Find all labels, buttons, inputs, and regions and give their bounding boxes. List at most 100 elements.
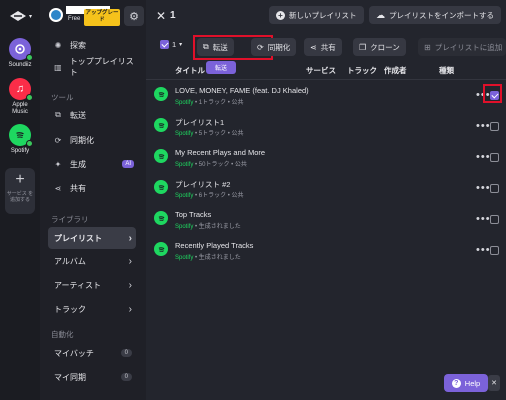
count-badge: 0	[120, 349, 132, 357]
add-service-label: サービス を追加する	[6, 191, 34, 203]
row-checkbox[interactable]	[490, 153, 499, 162]
lib-tracks[interactable]: トラック ›	[48, 298, 136, 320]
lib-artists-label: アーティスト	[54, 280, 102, 290]
service-name: Apple Music	[12, 102, 28, 115]
chart-icon: ▥	[54, 62, 62, 72]
playlist-meta: Spotify • 50トラック • 公共	[175, 162, 247, 168]
clone-button[interactable]: ❐ クローン	[353, 38, 406, 56]
playlist-name[interactable]: Top Tracks	[175, 210, 211, 219]
service-spotify[interactable]: Spotify	[0, 124, 40, 155]
nav-share[interactable]: ⋖ 共有	[48, 179, 140, 197]
transfer-icon: ⧉	[203, 42, 209, 51]
playlist-meta: Spotify • 6トラック • 公共	[175, 193, 244, 199]
upgrade-button[interactable]: アップグレード	[84, 9, 120, 26]
transfer-button[interactable]: ⧉ 転送	[197, 38, 234, 56]
import-playlist-button[interactable]: ☁ プレイリストをインポートする	[369, 6, 501, 24]
account-avatar[interactable]	[49, 8, 63, 22]
plan-label: Free	[68, 16, 81, 22]
more-options-icon[interactable]: •••	[476, 151, 491, 163]
spotify-icon	[154, 149, 168, 163]
nav-top-playlists-label: トッププレイリスト	[69, 57, 134, 77]
service-apple-music[interactable]: ♫ Apple Music	[0, 78, 40, 116]
select-count: 1	[172, 40, 177, 49]
auto-my-syncs[interactable]: マイ同期 0	[48, 366, 136, 388]
playlist-meta: Spotify • 生成されました	[175, 255, 241, 261]
app-logo-icon[interactable]: ▾	[8, 6, 32, 26]
header-divider	[146, 79, 506, 80]
nav-sync[interactable]: ⟳ 同期化	[48, 131, 140, 149]
table-row[interactable]: プレイリスト #2 Spotify • 6トラック • 公共 •••	[146, 174, 506, 202]
more-options-icon[interactable]: •••	[476, 213, 491, 225]
playlist-name[interactable]: LOVE, MONEY, FAME (feat. DJ Khaled)	[175, 86, 309, 95]
close-selection-button[interactable]: ✕	[156, 9, 166, 23]
help-button[interactable]: ? Help	[444, 374, 488, 392]
sync-icon: ⟳	[54, 135, 62, 145]
col-title[interactable]: タイトル	[175, 65, 205, 76]
apple-music-icon: ♫	[9, 78, 33, 101]
clone-icon: ❐	[359, 42, 367, 52]
chevron-right-icon: ›	[128, 232, 132, 244]
col-type[interactable]: 種類	[439, 65, 454, 76]
service-name: Spotify	[10, 148, 30, 154]
row-checkbox[interactable]	[490, 122, 499, 131]
gear-icon: ⚙	[129, 10, 139, 23]
new-playlist-button[interactable]: + 新しいプレイリスト	[269, 6, 364, 24]
more-options-icon[interactable]: •••	[476, 182, 491, 194]
playlist-name[interactable]: Recently Played Tracks	[175, 241, 253, 250]
playlist-name[interactable]: プレイリスト1	[175, 117, 224, 128]
row-checkbox[interactable]	[490, 215, 499, 224]
nav-transfer[interactable]: ⧉ 転送	[48, 106, 140, 124]
plus-circle-icon: +	[276, 10, 285, 20]
add-list-icon: ⊞	[424, 42, 431, 52]
spotify-icon	[154, 118, 168, 132]
service-soundiiz[interactable]: Soundiiz	[0, 38, 40, 69]
lib-albums-label: アルバム	[54, 256, 86, 266]
add-to-playlist-label: プレイリストに追加	[434, 42, 503, 52]
transfer-icon: ⧉	[55, 110, 61, 119]
service-name: Soundiiz	[8, 62, 32, 68]
select-all-checkbox[interactable]	[160, 40, 169, 49]
close-help-button[interactable]: ✕	[488, 375, 500, 391]
nav-generate[interactable]: ✦ 生成 AI	[48, 155, 140, 173]
playlist-name[interactable]: プレイリスト #2	[175, 179, 230, 190]
new-playlist-label: 新しいプレイリスト	[289, 10, 357, 20]
share-label: 共有	[320, 42, 336, 52]
sync-label: 同期化	[267, 42, 291, 52]
share-icon: ⋖	[54, 183, 62, 193]
nav-top-playlists[interactable]: ▥ トッププレイリスト	[48, 57, 140, 77]
auto-my-batches[interactable]: マイバッチ 0	[48, 342, 136, 364]
chevron-right-icon: ›	[128, 255, 132, 267]
nav-generate-label: 生成	[70, 159, 86, 169]
add-service-button[interactable]: + サービス を追加する	[5, 168, 35, 214]
table-row[interactable]: Recently Played Tracks Spotify • 生成されました…	[146, 236, 506, 264]
more-options-icon[interactable]: •••	[476, 244, 491, 256]
sync-button[interactable]: ⟳ 同期化	[251, 38, 297, 56]
nav-share-label: 共有	[70, 183, 86, 193]
table-row[interactable]: Top Tracks Spotify • 生成されました •••	[146, 205, 506, 233]
soundiiz-icon	[9, 38, 33, 61]
lib-albums[interactable]: アルバム ›	[48, 250, 136, 272]
select-all-dropdown[interactable]: 1 ▾	[160, 40, 182, 49]
playlist-meta: Spotify • 1トラック • 公共	[175, 100, 244, 106]
row-checkbox[interactable]	[490, 246, 499, 255]
col-creator[interactable]: 作成者	[384, 65, 407, 76]
share-button[interactable]: ⋖ 共有	[304, 38, 342, 56]
add-to-playlist-button[interactable]: ⊞ プレイリストに追加	[418, 38, 506, 56]
chevron-right-icon: ›	[128, 279, 132, 291]
col-tracks[interactable]: トラック	[347, 65, 377, 76]
more-options-icon[interactable]: •••	[476, 120, 491, 132]
nav-explore[interactable]: ✺ 探索	[48, 36, 140, 54]
col-service[interactable]: サービス	[306, 65, 336, 76]
playlist-name[interactable]: My Recent Plays and More	[175, 148, 265, 157]
table-row[interactable]: プレイリスト1 Spotify • 5トラック • 公共 •••	[146, 112, 506, 140]
nav-sync-label: 同期化	[70, 135, 94, 145]
row-checkbox[interactable]	[490, 184, 499, 193]
settings-button[interactable]: ⚙	[124, 6, 144, 26]
table-header: タイトル サービス トラック 作成者 種類	[146, 63, 506, 77]
spotify-icon	[154, 87, 168, 101]
table-row[interactable]: My Recent Plays and More Spotify • 50トラッ…	[146, 143, 506, 171]
lib-artists[interactable]: アーティスト ›	[48, 274, 136, 296]
lib-playlists[interactable]: プレイリスト ›	[48, 227, 136, 249]
row-checkbox[interactable]	[490, 91, 499, 100]
table-row[interactable]: LOVE, MONEY, FAME (feat. DJ Khaled) Spot…	[146, 81, 506, 109]
